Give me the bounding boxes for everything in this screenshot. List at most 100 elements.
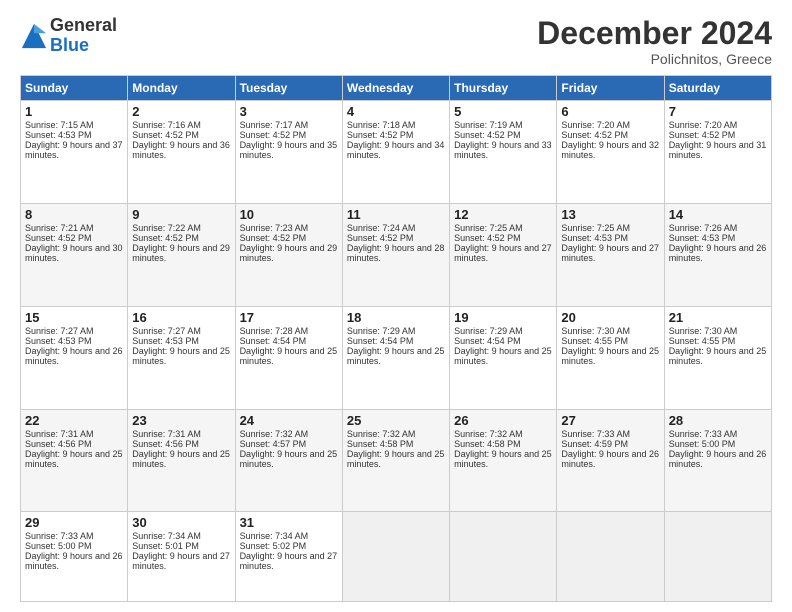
daylight: Daylight: 9 hours and 31 minutes. xyxy=(669,140,767,160)
sunset: Sunset: 4:52 PM xyxy=(132,233,199,243)
cell-day-28: 28Sunrise: 7:33 AMSunset: 5:00 PMDayligh… xyxy=(664,409,771,512)
sunrise: Sunrise: 7:33 AM xyxy=(25,531,94,541)
sunrise: Sunrise: 7:32 AM xyxy=(347,429,416,439)
daylight: Daylight: 9 hours and 26 minutes. xyxy=(25,551,123,571)
day-number: 14 xyxy=(669,207,767,222)
day-number: 28 xyxy=(669,413,767,428)
daylight: Daylight: 9 hours and 25 minutes. xyxy=(132,346,230,366)
daylight: Daylight: 9 hours and 25 minutes. xyxy=(347,449,445,469)
cell-day-24: 24Sunrise: 7:32 AMSunset: 4:57 PMDayligh… xyxy=(235,409,342,512)
sunrise: Sunrise: 7:33 AM xyxy=(669,429,738,439)
logo-icon xyxy=(20,22,48,50)
sunrise: Sunrise: 7:24 AM xyxy=(347,223,416,233)
sunset: Sunset: 4:53 PM xyxy=(25,130,92,140)
day-number: 26 xyxy=(454,413,552,428)
logo-general: General xyxy=(50,16,117,36)
th-saturday: Saturday xyxy=(664,76,771,101)
cell-day-8: 8Sunrise: 7:21 AMSunset: 4:52 PMDaylight… xyxy=(21,203,128,306)
th-monday: Monday xyxy=(128,76,235,101)
th-thursday: Thursday xyxy=(450,76,557,101)
cell-day-7: 7Sunrise: 7:20 AMSunset: 4:52 PMDaylight… xyxy=(664,101,771,204)
daylight: Daylight: 9 hours and 25 minutes. xyxy=(347,346,445,366)
day-number: 9 xyxy=(132,207,230,222)
daylight: Daylight: 9 hours and 30 minutes. xyxy=(25,243,123,263)
day-number: 12 xyxy=(454,207,552,222)
sunset: Sunset: 4:52 PM xyxy=(669,130,736,140)
day-number: 8 xyxy=(25,207,123,222)
sunrise: Sunrise: 7:25 AM xyxy=(454,223,523,233)
daylight: Daylight: 9 hours and 25 minutes. xyxy=(561,346,659,366)
sunrise: Sunrise: 7:23 AM xyxy=(240,223,309,233)
title-block: December 2024 Polichnitos, Greece xyxy=(537,16,772,67)
sunrise: Sunrise: 7:32 AM xyxy=(454,429,523,439)
day-number: 6 xyxy=(561,104,659,119)
cell-day-19: 19Sunrise: 7:29 AMSunset: 4:54 PMDayligh… xyxy=(450,306,557,409)
sunset: Sunset: 4:52 PM xyxy=(454,130,521,140)
th-sunday: Sunday xyxy=(21,76,128,101)
cell-day-26: 26Sunrise: 7:32 AMSunset: 4:58 PMDayligh… xyxy=(450,409,557,512)
sunrise: Sunrise: 7:15 AM xyxy=(25,120,94,130)
cell-day-9: 9Sunrise: 7:22 AMSunset: 4:52 PMDaylight… xyxy=(128,203,235,306)
week-row-5: 29Sunrise: 7:33 AMSunset: 5:00 PMDayligh… xyxy=(21,512,772,602)
sunrise: Sunrise: 7:34 AM xyxy=(240,531,309,541)
daylight: Daylight: 9 hours and 32 minutes. xyxy=(561,140,659,160)
sunset: Sunset: 4:59 PM xyxy=(561,439,628,449)
location: Polichnitos, Greece xyxy=(537,51,772,67)
cell-day-empty xyxy=(450,512,557,602)
sunrise: Sunrise: 7:26 AM xyxy=(669,223,738,233)
day-number: 18 xyxy=(347,310,445,325)
cell-day-2: 2Sunrise: 7:16 AMSunset: 4:52 PMDaylight… xyxy=(128,101,235,204)
cell-day-15: 15Sunrise: 7:27 AMSunset: 4:53 PMDayligh… xyxy=(21,306,128,409)
daylight: Daylight: 9 hours and 27 minutes. xyxy=(132,551,230,571)
sunrise: Sunrise: 7:16 AM xyxy=(132,120,201,130)
logo-text: General Blue xyxy=(50,16,117,56)
day-number: 3 xyxy=(240,104,338,119)
daylight: Daylight: 9 hours and 25 minutes. xyxy=(669,346,767,366)
header-row: Sunday Monday Tuesday Wednesday Thursday… xyxy=(21,76,772,101)
sunrise: Sunrise: 7:25 AM xyxy=(561,223,630,233)
cell-day-empty xyxy=(664,512,771,602)
day-number: 4 xyxy=(347,104,445,119)
sunrise: Sunrise: 7:27 AM xyxy=(25,326,94,336)
cell-day-empty xyxy=(557,512,664,602)
daylight: Daylight: 9 hours and 27 minutes. xyxy=(240,551,338,571)
daylight: Daylight: 9 hours and 26 minutes. xyxy=(561,449,659,469)
week-row-1: 1Sunrise: 7:15 AMSunset: 4:53 PMDaylight… xyxy=(21,101,772,204)
sunrise: Sunrise: 7:19 AM xyxy=(454,120,523,130)
cell-day-25: 25Sunrise: 7:32 AMSunset: 4:58 PMDayligh… xyxy=(342,409,449,512)
th-wednesday: Wednesday xyxy=(342,76,449,101)
cell-day-13: 13Sunrise: 7:25 AMSunset: 4:53 PMDayligh… xyxy=(557,203,664,306)
daylight: Daylight: 9 hours and 25 minutes. xyxy=(25,449,123,469)
sunset: Sunset: 4:53 PM xyxy=(25,336,92,346)
daylight: Daylight: 9 hours and 26 minutes. xyxy=(669,449,767,469)
daylight: Daylight: 9 hours and 25 minutes. xyxy=(454,346,552,366)
sunrise: Sunrise: 7:34 AM xyxy=(132,531,201,541)
sunset: Sunset: 4:52 PM xyxy=(25,233,92,243)
cell-day-30: 30Sunrise: 7:34 AMSunset: 5:01 PMDayligh… xyxy=(128,512,235,602)
cell-day-20: 20Sunrise: 7:30 AMSunset: 4:55 PMDayligh… xyxy=(557,306,664,409)
sunset: Sunset: 4:58 PM xyxy=(347,439,414,449)
cell-day-10: 10Sunrise: 7:23 AMSunset: 4:52 PMDayligh… xyxy=(235,203,342,306)
sunrise: Sunrise: 7:22 AM xyxy=(132,223,201,233)
month-title: December 2024 xyxy=(537,16,772,51)
sunset: Sunset: 4:56 PM xyxy=(25,439,92,449)
cell-day-31: 31Sunrise: 7:34 AMSunset: 5:02 PMDayligh… xyxy=(235,512,342,602)
day-number: 23 xyxy=(132,413,230,428)
cell-day-17: 17Sunrise: 7:28 AMSunset: 4:54 PMDayligh… xyxy=(235,306,342,409)
daylight: Daylight: 9 hours and 34 minutes. xyxy=(347,140,445,160)
day-number: 19 xyxy=(454,310,552,325)
sunrise: Sunrise: 7:31 AM xyxy=(132,429,201,439)
sunset: Sunset: 4:57 PM xyxy=(240,439,307,449)
cell-day-empty xyxy=(342,512,449,602)
sunset: Sunset: 4:52 PM xyxy=(561,130,628,140)
day-number: 27 xyxy=(561,413,659,428)
day-number: 16 xyxy=(132,310,230,325)
sunset: Sunset: 4:52 PM xyxy=(132,130,199,140)
week-row-2: 8Sunrise: 7:21 AMSunset: 4:52 PMDaylight… xyxy=(21,203,772,306)
day-number: 5 xyxy=(454,104,552,119)
day-number: 17 xyxy=(240,310,338,325)
daylight: Daylight: 9 hours and 33 minutes. xyxy=(454,140,552,160)
sunrise: Sunrise: 7:20 AM xyxy=(561,120,630,130)
cell-day-21: 21Sunrise: 7:30 AMSunset: 4:55 PMDayligh… xyxy=(664,306,771,409)
daylight: Daylight: 9 hours and 25 minutes. xyxy=(240,346,338,366)
